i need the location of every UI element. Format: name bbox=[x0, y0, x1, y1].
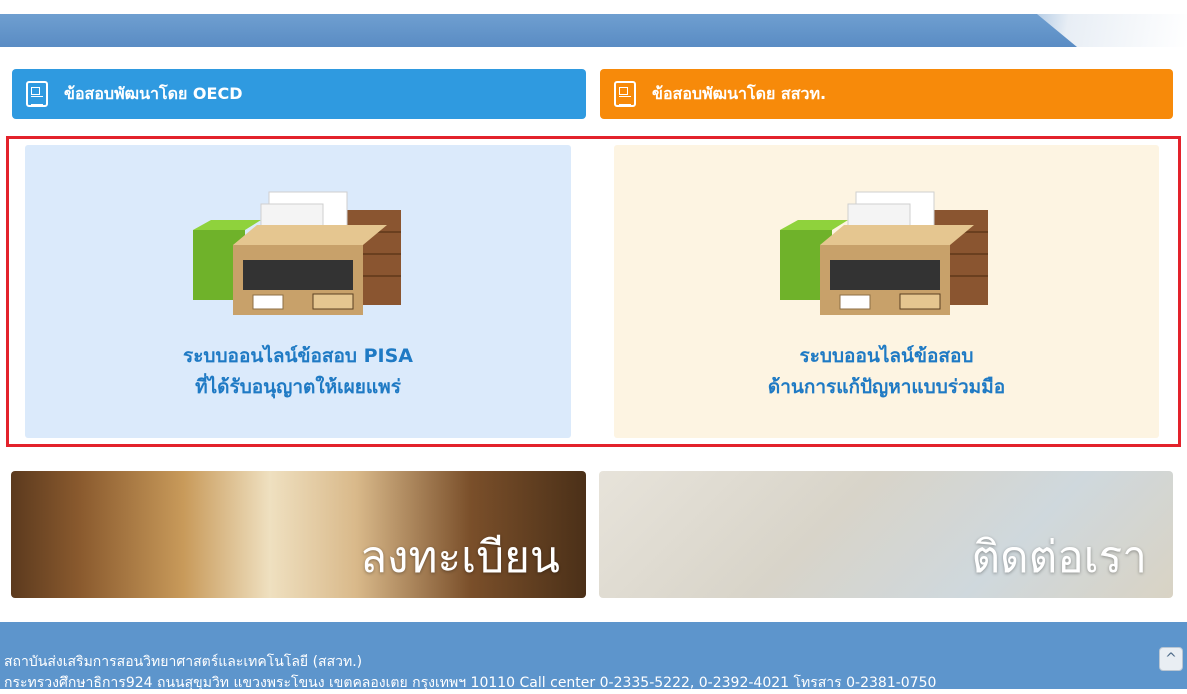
document-icon bbox=[614, 81, 636, 107]
pisa-title-line2: ที่ได้รับอนุญาตให้เผยแพร่ bbox=[195, 376, 401, 398]
register-label: ลงทะเบียน bbox=[360, 532, 560, 583]
oecd-header-label: ข้อสอบพัฒนาโดย OECD bbox=[64, 83, 243, 103]
document-icon bbox=[26, 81, 48, 107]
banner-strip bbox=[0, 14, 1187, 47]
collab-title-line2: ด้านการแก้ปัญหาแบบร่วมมือ bbox=[767, 376, 1006, 398]
oecd-header[interactable]: ข้อสอบพัฒนาโดย OECD bbox=[12, 69, 586, 119]
collab-title: ระบบออนไลน์ข้อสอบ ด้านการแก้ปัญหาแบบร่วม… bbox=[614, 341, 1159, 403]
footer: สถาบันส่งเสริมการสอนวิทยาศาสตร์และเทคโนโ… bbox=[0, 622, 1187, 691]
pisa-panel[interactable]: ระบบออนไลน์ข้อสอบ PISA ที่ได้รับอนุญาตให… bbox=[25, 145, 571, 438]
pisa-title: ระบบออนไลน์ข้อสอบ PISA ที่ได้รับอนุญาตให… bbox=[25, 341, 571, 403]
ipst-header[interactable]: ข้อสอบพัฒนาโดย สสวท. bbox=[600, 69, 1173, 119]
collab-title-line1: ระบบออนไลน์ข้อสอบ bbox=[799, 345, 974, 367]
collab-panel[interactable]: ระบบออนไลน์ข้อสอบ ด้านการแก้ปัญหาแบบร่วม… bbox=[614, 145, 1159, 438]
footer-address: กระทรวงศึกษาธิการ924 ถนนสุขุมวิท แขวงพระ… bbox=[4, 675, 937, 691]
archive-box-icon bbox=[193, 191, 401, 315]
register-tile[interactable]: ลงทะเบียน bbox=[11, 471, 586, 598]
top-banner bbox=[0, 0, 1187, 47]
contact-label: ติดต่อเรา bbox=[971, 532, 1147, 583]
archive-box-icon bbox=[780, 191, 988, 315]
scroll-top-button[interactable]: ^ bbox=[1159, 647, 1183, 671]
ipst-header-label: ข้อสอบพัฒนาโดย สสวท. bbox=[652, 83, 827, 103]
contact-tile[interactable]: ติดต่อเรา bbox=[599, 471, 1173, 598]
footer-org: สถาบันส่งเสริมการสอนวิทยาศาสตร์และเทคโนโ… bbox=[4, 654, 363, 670]
pisa-title-line1: ระบบออนไลน์ข้อสอบ PISA bbox=[183, 345, 413, 367]
